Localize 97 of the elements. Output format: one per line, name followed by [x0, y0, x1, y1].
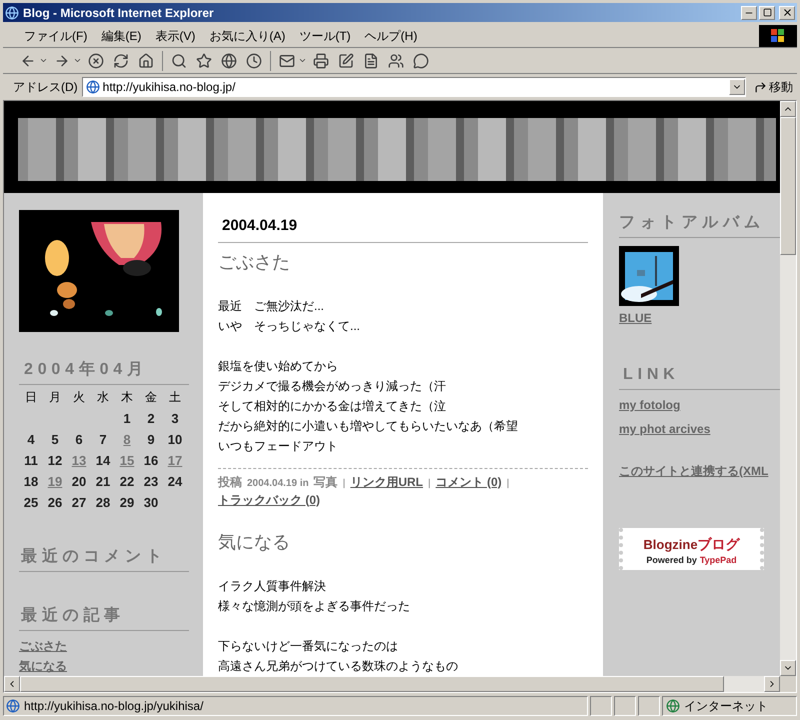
- post-text: いや そっちじゃなくて...: [218, 318, 362, 334]
- weekday-label: 月: [48, 389, 62, 406]
- calendar-day: 5: [51, 430, 59, 450]
- calendar-day: 1: [123, 408, 131, 428]
- calendar-day: 12: [48, 450, 62, 470]
- calendar-day: 14: [96, 450, 110, 470]
- post-title: 気になる: [218, 530, 291, 554]
- post-text: デジカメで撮る機会がめっきり減った（汗: [218, 378, 447, 394]
- post-text: いつもフェードアウト: [218, 438, 339, 454]
- separator: |: [342, 476, 346, 490]
- post-meta: 2004.04.19 in: [247, 476, 309, 490]
- address-label: アドレス(D): [13, 79, 78, 96]
- page-icon: [86, 80, 100, 94]
- calendar-day: 6: [75, 430, 83, 450]
- status-panel: [638, 696, 660, 716]
- syndicate-link[interactable]: このサイトと連携する(XML: [619, 462, 780, 480]
- weekday-label: 木: [120, 389, 134, 406]
- external-link[interactable]: my fotolog: [619, 396, 680, 414]
- post-category: 写真: [314, 474, 338, 490]
- menu-item[interactable]: お気に入り(A): [202, 26, 292, 44]
- post-text: イラク人質事件解決: [218, 578, 327, 594]
- calendar-day: 25: [24, 492, 38, 512]
- menu-item[interactable]: ツール(T): [292, 26, 358, 44]
- post-text: 下らないけど一番気になったのは: [218, 638, 399, 654]
- separator: |: [428, 476, 431, 490]
- article-link[interactable]: ごぶさた: [19, 637, 67, 655]
- close-icon: [782, 7, 792, 18]
- zone-text: インターネット: [684, 698, 768, 715]
- post-text: 最近 ご無沙汰だ...: [218, 298, 326, 314]
- weekday-label: 火: [72, 389, 86, 406]
- article-link[interactable]: 気になる: [19, 657, 67, 675]
- address-field[interactable]: http://yukihisa.no-blog.jp/: [82, 77, 746, 97]
- post-meta: 投稿: [218, 474, 242, 490]
- post-link[interactable]: トラックバック (0): [218, 490, 320, 508]
- minimize-button[interactable]: [741, 6, 757, 20]
- calendar-day: 9: [147, 430, 155, 450]
- calendar-day: 18: [24, 472, 38, 492]
- menu-item[interactable]: ファイル(F): [17, 26, 94, 44]
- calendar-day: 28: [96, 492, 110, 512]
- windows-logo: [759, 24, 797, 46]
- calendar-day: 7: [99, 430, 107, 450]
- calendar-day: 11: [24, 450, 38, 470]
- calendar-day: 24: [168, 472, 182, 492]
- calendar-day: 27: [72, 492, 86, 512]
- separator: |: [506, 476, 510, 490]
- dropdown-button[interactable]: [729, 79, 745, 95]
- page-icon: [6, 699, 20, 713]
- weekday-label: 土: [168, 389, 182, 406]
- post-text: 様々な憶測が頭をよぎる事件だった: [218, 598, 411, 614]
- browser-icon: [5, 6, 19, 20]
- calendar-day: 4: [27, 430, 35, 450]
- calendar-day: 26: [48, 492, 62, 512]
- go-button[interactable]: 移動: [750, 78, 797, 96]
- calendar-day: 23: [144, 472, 158, 492]
- calendar-day: 22: [120, 472, 134, 492]
- calendar-day: 2: [147, 408, 155, 428]
- post-date: 2004.04.19: [218, 215, 588, 242]
- calendar-day: 20: [72, 472, 86, 492]
- post-text: そして相対的にかかる金は増えてきた（泣: [218, 398, 447, 414]
- maximize-button[interactable]: [759, 6, 775, 20]
- post-text: だから絶対的に小遣いも増やしてもらいたいなあ（希望: [218, 418, 519, 434]
- calendar-day: 21: [96, 472, 110, 492]
- post-title: ごぶさた: [218, 250, 291, 274]
- calendar-day: 16: [144, 450, 158, 470]
- post-text: 銀塩を使い始めてから: [218, 358, 339, 374]
- status-text: http://yukihisa.no-blog.jp/yukihisa/: [24, 698, 204, 715]
- menu-item[interactable]: ヘルプ(H): [358, 26, 424, 44]
- caret-icon[interactable]: [73, 56, 82, 65]
- weekday-label: 水: [96, 389, 110, 406]
- go-arrow-icon: [754, 80, 767, 94]
- caret-icon[interactable]: [39, 56, 48, 65]
- section-heading: 最近の記事: [19, 604, 189, 631]
- blogzine-banner[interactable]: Blogzineブログ Powered by TypePad: [619, 528, 764, 570]
- globe-icon: [666, 699, 680, 713]
- calendar-title: 2004年04月: [23, 360, 149, 380]
- caret-icon[interactable]: [298, 56, 307, 65]
- album-link[interactable]: BLUE: [619, 309, 652, 327]
- post-link[interactable]: コメント (0): [436, 472, 502, 490]
- menu-item[interactable]: 編集(E): [94, 26, 148, 44]
- calendar-day: 30: [144, 492, 158, 512]
- menu-item[interactable]: 表示(V): [148, 26, 202, 44]
- status-panel: [590, 696, 612, 716]
- window-title: Blog - Microsoft Internet Explorer: [23, 4, 215, 22]
- calendar-day: 3: [171, 408, 179, 428]
- post-link[interactable]: リンク用URL: [350, 472, 424, 490]
- weekday-label: 金: [144, 389, 158, 406]
- section-heading: 最近のコメント: [19, 545, 189, 572]
- maximize-icon: [762, 8, 772, 17]
- scroll-thumb[interactable]: [780, 117, 796, 255]
- external-link[interactable]: my phot arcives: [619, 420, 710, 438]
- post-text: 高遠さん兄弟がつけている数珠のようなもの: [218, 658, 459, 674]
- status-panel: [614, 696, 636, 716]
- vertical-scrollbar[interactable]: [780, 101, 796, 676]
- close-button[interactable]: [779, 6, 795, 20]
- calendar-day: 10: [168, 430, 182, 450]
- calendar-day: 29: [120, 492, 134, 512]
- weekday-label: 日: [24, 389, 38, 406]
